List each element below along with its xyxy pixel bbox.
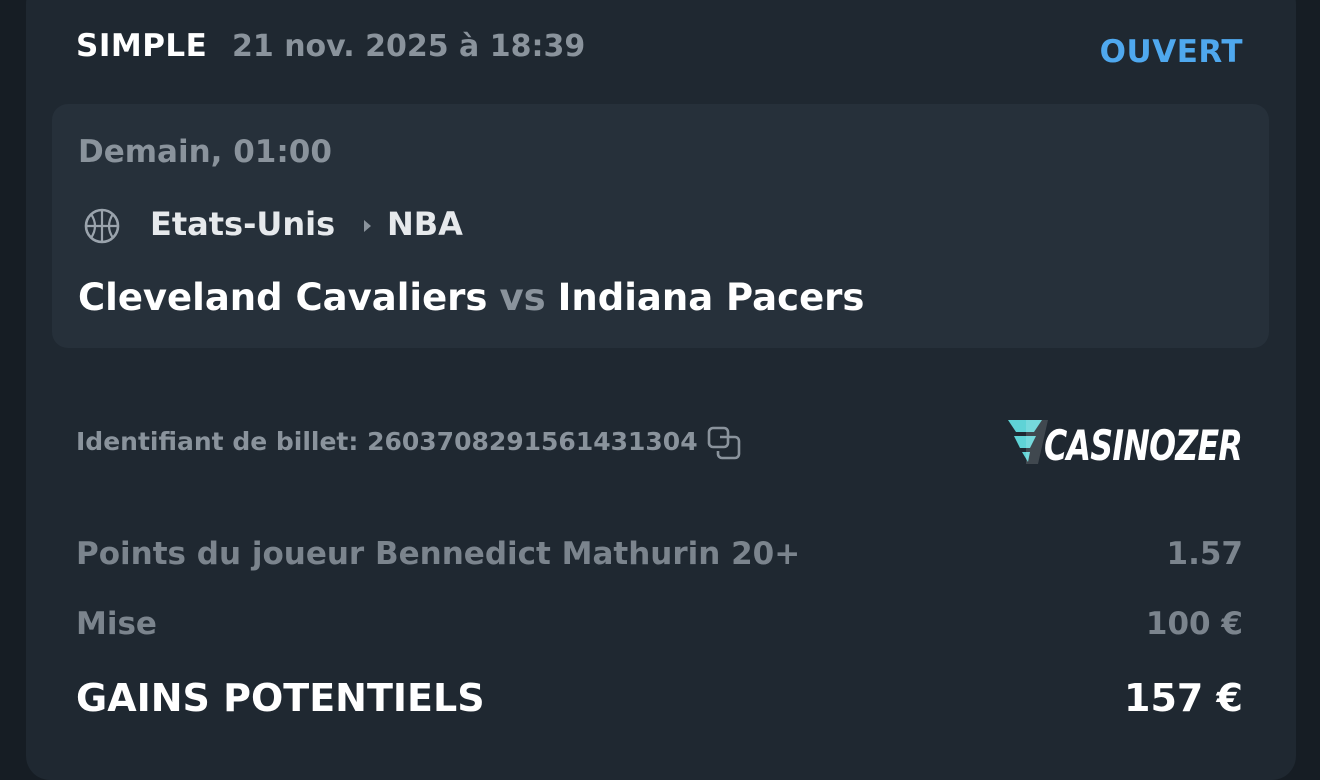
bet-status-badge: OUVERT <box>1099 34 1243 70</box>
vs-label: vs <box>499 276 546 319</box>
event-matchup[interactable]: Cleveland Cavaliers vs Indiana Pacers <box>78 276 864 319</box>
selection-row: Points du joueur Bennedict Mathurin 20+ … <box>76 536 1243 572</box>
home-team: Cleveland Cavaliers <box>78 276 488 319</box>
basketball-icon <box>84 208 120 244</box>
breadcrumb-chevron-icon <box>364 220 371 232</box>
potential-winnings-label: GAINS POTENTIELS <box>76 676 485 720</box>
event-country[interactable]: Etats-Unis <box>150 205 335 243</box>
event-league[interactable]: NBA <box>387 205 463 243</box>
copy-icon[interactable] <box>706 425 742 461</box>
ticket-id: Identifiant de billet: 26037082915614313… <box>76 427 698 456</box>
away-team: Indiana Pacers <box>557 276 865 319</box>
bet-type-label: SIMPLE <box>76 28 208 64</box>
brand-name: CASINOZER <box>1044 421 1242 466</box>
event-start-time: Demain, 01:00 <box>78 134 332 170</box>
potential-winnings-row: GAINS POTENTIELS 157 € <box>76 676 1243 720</box>
stake-label: Mise <box>76 606 157 642</box>
stake-row: Mise 100 € <box>76 606 1243 642</box>
stake-value: 100 € <box>1145 606 1243 642</box>
selection-odds: 1.57 <box>1166 536 1244 572</box>
casinozer-logo: CASINOZER <box>1008 420 1243 466</box>
bet-placed-date: 21 nov. 2025 à 18:39 <box>232 29 586 64</box>
selection-label: Points du joueur Bennedict Mathurin 20+ <box>76 536 801 572</box>
potential-winnings-value: 157 € <box>1124 676 1243 720</box>
